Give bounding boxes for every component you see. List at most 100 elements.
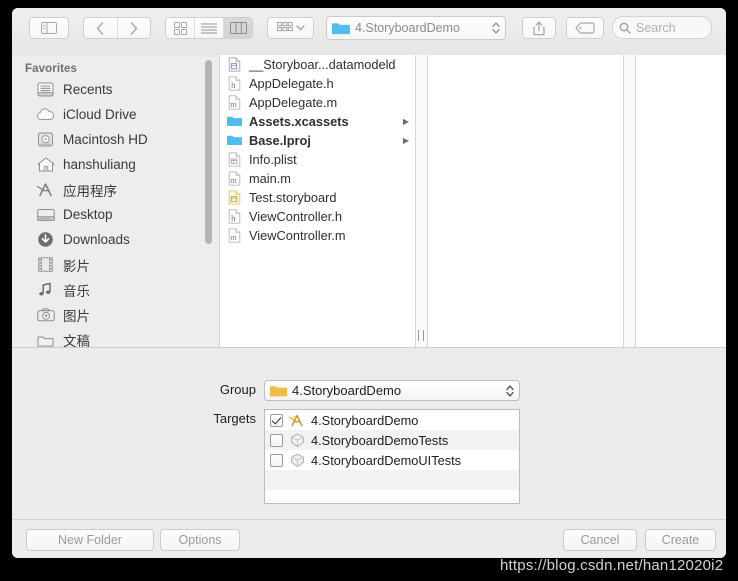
arrange-by-button[interactable]: [267, 17, 314, 39]
file-row[interactable]: Test.storyboard: [221, 188, 415, 207]
h-file-icon: h: [227, 208, 242, 225]
storyboard-file-icon: [227, 189, 242, 206]
column-resize-divider[interactable]: [416, 55, 428, 347]
harddisk-icon: [36, 131, 55, 148]
sidebar-icon: [41, 22, 57, 34]
sidebar-scrollbar-thumb[interactable]: [205, 60, 212, 244]
target-row[interactable]: 4.StoryboardDemoTests: [265, 430, 519, 450]
targets-list[interactable]: 4.StoryboardDemo 4.StoryboardDemoTests 4…: [264, 409, 520, 504]
sidebar-item-desktop[interactable]: Desktop: [12, 202, 219, 227]
file-row[interactable]: m main.m: [221, 169, 415, 188]
sidebar-toggle-button[interactable]: [29, 17, 69, 39]
sidebar: Favorites Recents iCloud Drive Macintosh…: [12, 55, 220, 347]
forward-button[interactable]: [118, 18, 151, 38]
target-checkbox[interactable]: [270, 433, 283, 447]
updown-arrows-icon: [506, 384, 514, 397]
sidebar-item-pictures[interactable]: 图片: [12, 302, 219, 327]
group-popup-value: 4.StoryboardDemo: [292, 383, 402, 398]
list-view-icon: [201, 22, 217, 34]
file-browser: Favorites Recents iCloud Drive Macintosh…: [12, 55, 726, 347]
sidebar-item-downloads[interactable]: Downloads: [12, 227, 219, 252]
share-button[interactable]: [522, 17, 556, 39]
home-icon: [36, 156, 55, 173]
file-row[interactable]: h AppDelegate.h: [221, 74, 415, 93]
sidebar-item-music[interactable]: 音乐: [12, 277, 219, 302]
preview-column-2: [428, 55, 624, 347]
target-row[interactable]: 4.StoryboardDemo: [265, 410, 519, 430]
file-row[interactable]: h ViewController.h: [221, 207, 415, 226]
target-name: 4.StoryboardDemo: [311, 412, 419, 428]
target-checkbox[interactable]: [270, 413, 283, 427]
chevron-down-icon: [295, 25, 305, 31]
target-row-empty: [265, 490, 519, 503]
list-view-button[interactable]: [194, 18, 223, 38]
file-column: __Storyboar...datamodeld h AppDelegate.h: [221, 55, 416, 347]
sidebar-item-label: Recents: [63, 82, 113, 97]
cancel-button[interactable]: Cancel: [563, 529, 637, 551]
new-folder-button[interactable]: New Folder: [26, 529, 154, 551]
file-row[interactable]: __Storyboar...datamodeld: [221, 55, 415, 74]
sidebar-item-macintosh-hd[interactable]: Macintosh HD: [12, 127, 219, 152]
column-resize-grip-icon: [418, 330, 424, 341]
sidebar-item-recents[interactable]: Recents: [12, 77, 219, 102]
sidebar-item-label: iCloud Drive: [63, 107, 137, 122]
file-name: AppDelegate.h: [249, 76, 334, 91]
column-view-button[interactable]: [223, 18, 252, 38]
folder-icon: [227, 132, 242, 149]
disclosure-triangle-icon: ▶: [402, 116, 409, 126]
sidebar-item-applications[interactable]: 应用程序: [12, 177, 219, 202]
sidebar-item-documents[interactable]: 文稿: [12, 327, 219, 347]
folder-icon: [227, 113, 242, 130]
sidebar-item-home[interactable]: hanshuliang: [12, 152, 219, 177]
targets-row: Targets 4.StoryboardDemo 4.StoryboardDem…: [12, 409, 726, 504]
svg-text:m: m: [230, 233, 237, 242]
sidebar-item-icloud-drive[interactable]: iCloud Drive: [12, 102, 219, 127]
target-checkbox[interactable]: [270, 453, 283, 467]
group-popup-button[interactable]: 4.StoryboardDemo: [264, 380, 520, 401]
create-button[interactable]: Create: [645, 529, 716, 551]
sidebar-item-label: hanshuliang: [63, 157, 136, 172]
sidebar-item-label: Downloads: [63, 232, 130, 247]
search-icon: [619, 22, 631, 34]
path-popup-button[interactable]: 4.StoryboardDemo: [326, 16, 506, 40]
chevron-left-icon: [96, 21, 104, 35]
folder-row[interactable]: Base.lproj ▶: [221, 131, 415, 150]
target-row[interactable]: 4.StoryboardDemoUITests: [265, 450, 519, 470]
file-row[interactable]: m ViewController.m: [221, 226, 415, 245]
sidebar-item-label: 音乐: [63, 283, 90, 299]
file-row[interactable]: Info.plist: [221, 150, 415, 169]
m-file-icon: m: [227, 227, 242, 244]
dialog-bottom-bar: New Folder Options Cancel Create: [12, 519, 726, 558]
sidebar-item-label: 影片: [63, 258, 90, 274]
target-name: 4.StoryboardDemoUITests: [311, 452, 462, 468]
targets-label: Targets: [213, 411, 256, 426]
applications-icon: [36, 181, 55, 198]
folder-icon: [270, 385, 287, 396]
pictures-icon: [36, 306, 55, 323]
navigation-buttons: [83, 17, 151, 39]
options-button[interactable]: Options: [160, 529, 240, 551]
updown-arrows-icon: [492, 22, 500, 34]
plist-file-icon: [227, 151, 242, 168]
sidebar-item-label: 图片: [63, 308, 90, 324]
file-name: Test.storyboard: [249, 190, 337, 205]
disclosure-triangle-icon: ▶: [402, 135, 409, 145]
test-target-icon: [289, 452, 305, 468]
h-file-icon: h: [227, 75, 242, 92]
sidebar-item-movies[interactable]: 影片: [12, 252, 219, 277]
file-name: AppDelegate.m: [249, 95, 338, 110]
file-row[interactable]: m AppDelegate.m: [221, 93, 415, 112]
arrange-grid-icon: [276, 22, 293, 32]
search-field[interactable]: Search: [612, 16, 712, 39]
back-button[interactable]: [84, 18, 118, 38]
file-name: Info.plist: [249, 152, 297, 167]
icon-view-button[interactable]: [166, 18, 194, 38]
m-file-icon: m: [227, 94, 242, 111]
sidebar-item-label: Desktop: [63, 207, 113, 222]
group-label: Group: [219, 382, 256, 397]
desktop-icon: [36, 206, 55, 223]
dialog-toolbar: 4.StoryboardDemo Search: [12, 8, 726, 56]
search-placeholder: Search: [636, 20, 676, 35]
tag-button[interactable]: [566, 17, 604, 39]
folder-row[interactable]: Assets.xcassets ▶: [221, 112, 415, 131]
